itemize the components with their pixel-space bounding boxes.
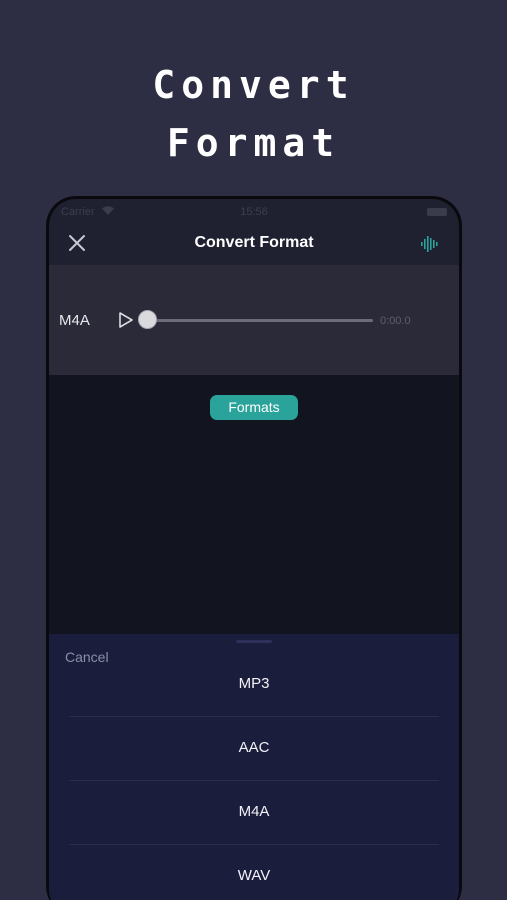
phone-screen: Carrier 15:56 Convert Format M4A 0:00.0 … xyxy=(49,199,459,900)
waveform-button[interactable] xyxy=(419,234,439,254)
navigation-bar: Convert Format xyxy=(49,223,459,265)
content-area: Formats xyxy=(49,375,459,634)
playback-time: 0:00.0 xyxy=(380,315,411,327)
format-option-aac[interactable]: AAC xyxy=(69,716,439,780)
file-format-label: M4A xyxy=(59,312,90,329)
play-button[interactable] xyxy=(117,311,135,329)
promo-title: Convert Format xyxy=(0,56,507,172)
status-time: 15:56 xyxy=(240,206,268,218)
audio-player: M4A 0:00.0 xyxy=(49,265,459,375)
phone-frame: Carrier 15:56 Convert Format M4A 0:00.0 … xyxy=(46,196,462,900)
app-store-screenshot: Convert Format Carrier 15:56 Convert For… xyxy=(0,0,507,900)
promo-title-line-1: Convert xyxy=(152,63,355,107)
battery-icon xyxy=(427,208,447,216)
promo-title-line-2: Format xyxy=(166,121,341,165)
progress-track[interactable] xyxy=(147,319,373,322)
format-picker-sheet: Cancel MP3 AAC M4A WAV xyxy=(49,634,459,900)
formats-button[interactable]: Formats xyxy=(210,395,298,420)
waveform-icon xyxy=(421,236,438,252)
format-option-m4a[interactable]: M4A xyxy=(69,780,439,844)
format-option-wav[interactable]: WAV xyxy=(69,844,439,900)
play-icon xyxy=(119,312,133,328)
sheet-handle[interactable] xyxy=(236,640,272,643)
format-option-mp3[interactable]: MP3 xyxy=(69,652,439,716)
status-bar: Carrier 15:56 xyxy=(49,199,459,223)
progress-knob[interactable] xyxy=(138,310,157,329)
page-title: Convert Format xyxy=(194,234,314,251)
